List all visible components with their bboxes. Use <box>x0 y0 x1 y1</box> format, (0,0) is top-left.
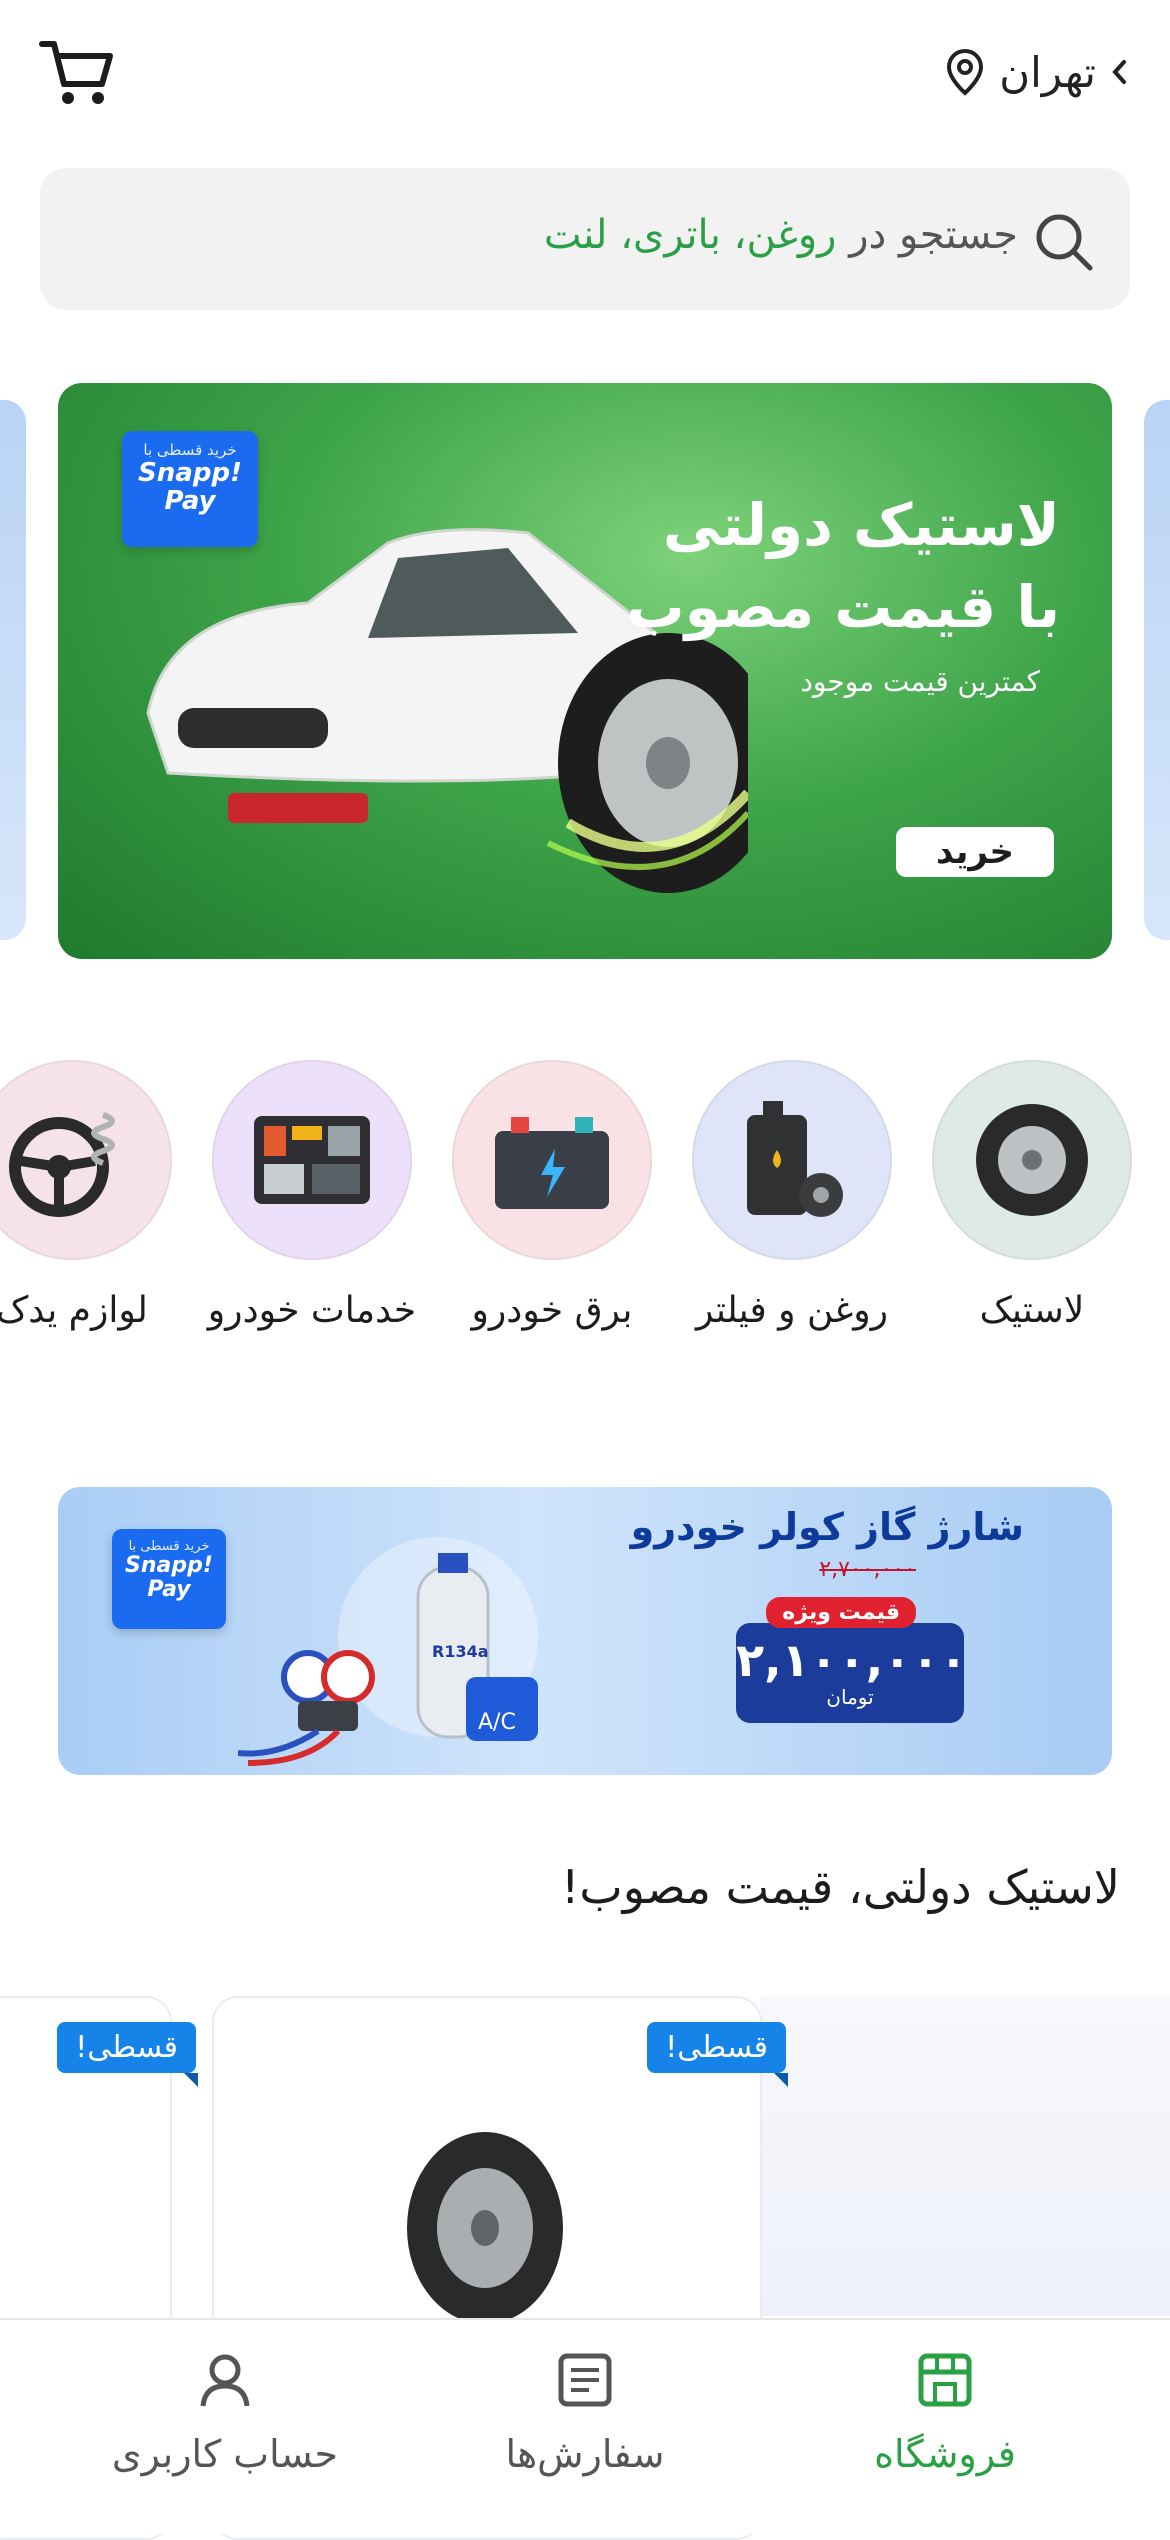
orders-icon <box>558 2353 612 2407</box>
hero-buy-button[interactable]: خرید <box>896 827 1054 877</box>
ac-service-banner[interactable]: خرید قسطی با Snapp! Pay R134a A/C شارژ گ… <box>58 1487 1112 1775</box>
city-name: تهران <box>999 47 1096 97</box>
category-tires[interactable]: لاستیک <box>912 1060 1152 1334</box>
tire-product-image <box>407 2132 563 2324</box>
battery-icon <box>495 1117 609 1209</box>
category-services-thumb <box>212 1060 412 1260</box>
carousel-next-peek[interactable] <box>1144 400 1170 940</box>
ac-label: A/C <box>478 1710 516 1735</box>
carousel-edge-fade <box>760 1996 1170 2316</box>
category-label: لاستیک <box>979 1290 1085 1331</box>
nav-shop[interactable]: فروشگاه <box>795 2350 1095 2476</box>
cart-icon[interactable] <box>38 36 114 108</box>
carousel-prev-peek[interactable] <box>0 400 26 940</box>
snapp-pay-tag: خرید قسطی با Snapp! Pay <box>122 431 258 547</box>
hero-subtitle: کمترین قیمت موجود <box>800 665 1040 698</box>
category-oil-filter[interactable]: روغن و فیلتر <box>672 1060 912 1334</box>
category-electrical[interactable]: برق خودرو <box>432 1060 672 1334</box>
location-selector[interactable]: تهران <box>945 34 1130 110</box>
category-tires-thumb <box>932 1060 1132 1260</box>
chevron-left-icon <box>1112 60 1126 84</box>
category-services[interactable]: خدمات خودرو <box>192 1060 432 1334</box>
ac-currency: تومان <box>826 1685 874 1709</box>
hero-title-line1: لاستیک دولتی <box>662 491 1060 559</box>
special-price-badge: قیمت ویژه <box>766 1597 916 1628</box>
search-placeholder: جستجو در روغن، باتری، لنت <box>544 212 1018 258</box>
installment-badge: قسطی! <box>647 2022 788 2087</box>
nav-account-label: حساب کاربری <box>111 2432 339 2476</box>
category-electrical-thumb <box>452 1060 652 1260</box>
user-icon <box>200 2354 250 2407</box>
nav-orders[interactable]: سفارش‌ها <box>435 2350 735 2476</box>
ac-price: ۲,۱۰۰,۰۰۰ <box>736 1633 968 1687</box>
installment-badge: قسطی! <box>57 2022 198 2087</box>
nav-shop-label: فروشگاه <box>874 2432 1016 2476</box>
tank-label: R134a <box>432 1642 489 1661</box>
hero-banner[interactable]: خرید قسطی با Snapp! Pay لاستیک دولتی با … <box>58 383 1112 959</box>
category-label: لوازم یدک <box>0 1290 148 1331</box>
ac-gauge-illustration: R134a A/C <box>238 1537 538 1766</box>
search-prefix: جستجو در <box>849 212 1018 258</box>
snapp-pay-caption: خرید قسطی با <box>143 441 237 459</box>
nav-account[interactable]: حساب کاربری <box>75 2350 375 2476</box>
ac-old-price: ۲,۷۰۰,۰۰۰ <box>819 1557 916 1582</box>
ac-banner-title: شارژ گاز کولر خودرو <box>630 1505 1024 1549</box>
nav-orders-label: سفارش‌ها <box>505 2432 665 2476</box>
category-label: روغن و فیلتر <box>696 1290 888 1331</box>
category-label: برق خودرو <box>471 1290 633 1331</box>
location-pin-icon <box>947 48 984 96</box>
tire-icon <box>976 1104 1088 1216</box>
snapp-pay-caption: خرید قسطی با <box>128 1539 210 1554</box>
store-icon <box>918 2353 972 2407</box>
category-label: خدمات خودرو <box>207 1290 417 1331</box>
category-spare-thumb <box>0 1060 172 1260</box>
section-title: لاستیک دولتی، قیمت مصوب! <box>560 1860 1120 1914</box>
steering-wheel-icon <box>9 1112 115 1217</box>
snapp-pay-logo-text: Snapp! Pay <box>125 1553 213 1602</box>
category-oil-thumb <box>692 1060 892 1260</box>
ac-price-box: ۲,۱۰۰,۰۰۰ تومان <box>736 1623 968 1723</box>
search-bar[interactable]: جستجو در روغن، باتری، لنت <box>40 168 1130 310</box>
category-spare-parts[interactable]: لوازم یدک <box>0 1060 192 1334</box>
hero-title-line2: با قیمت مصوب <box>626 573 1060 641</box>
search-icon <box>1036 214 1093 271</box>
search-keywords: روغن، باتری، لنت <box>543 212 837 258</box>
oil-can-icon <box>747 1101 843 1217</box>
toolkit-icon <box>254 1116 370 1204</box>
bottom-navigation: فروشگاه سفارش‌ها حساب کاربری <box>0 2318 1170 2534</box>
snapp-pay-tag: خرید قسطی با Snapp! Pay <box>112 1529 226 1629</box>
snapp-pay-logo-text: Snapp! Pay <box>138 458 242 516</box>
